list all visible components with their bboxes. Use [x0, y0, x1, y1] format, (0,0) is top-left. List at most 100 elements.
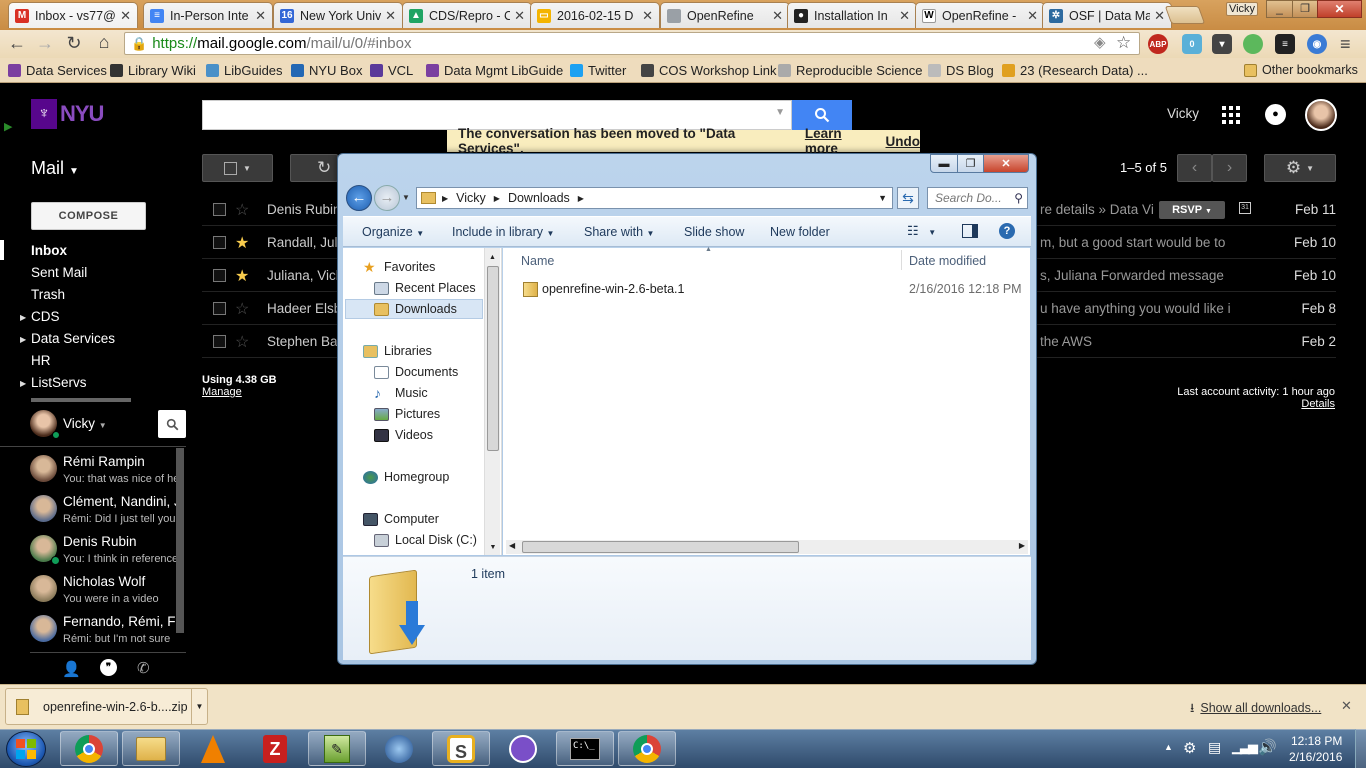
show-hidden-icons[interactable]: ▲	[1164, 742, 1173, 752]
nav-documents[interactable]: Documents	[374, 365, 458, 379]
row-checkbox[interactable]	[213, 302, 226, 315]
nyu-logo[interactable]: ♆ NYU	[31, 97, 113, 130]
preview-pane-icon[interactable]	[962, 224, 978, 238]
contacts-icon[interactable]: 👤	[62, 660, 81, 678]
chat-search-button[interactable]	[158, 410, 186, 438]
scroll-thumb[interactable]	[487, 266, 499, 451]
row-checkbox[interactable]	[213, 203, 226, 216]
adblock-icon[interactable]: ABP	[1148, 34, 1168, 54]
reload-icon[interactable]: ↻	[63, 33, 85, 54]
star-icon[interactable]: ★	[235, 233, 249, 253]
taskbar-chrome-2[interactable]	[618, 731, 676, 766]
window-close-button[interactable]: ✕	[983, 154, 1029, 173]
diamond-icon[interactable]: ◈	[1094, 33, 1106, 51]
taskbar-zotero[interactable]: Z	[246, 731, 304, 766]
nav-label-2[interactable]: Trash	[31, 287, 65, 302]
taskbar-github[interactable]	[494, 731, 552, 766]
account-name[interactable]: Vicky	[1167, 106, 1199, 121]
bookmark-item[interactable]: 23 (Research Data) ...	[1002, 63, 1148, 78]
nav-label-5[interactable]: HR	[31, 353, 51, 368]
activity-details-link[interactable]: Details	[1301, 398, 1335, 410]
buffer-icon[interactable]: ≡	[1275, 34, 1295, 54]
bookmark-item[interactable]: Library Wiki	[110, 63, 196, 78]
tray-device-icon[interactable]: ▤	[1208, 739, 1221, 756]
chat-contact[interactable]: Rémi Rampin You: that was nice of he	[30, 452, 178, 492]
forward-button[interactable]: →	[374, 185, 400, 211]
window-maximize-button[interactable]: ❐	[957, 154, 984, 173]
nav-label-4[interactable]: Data Services	[31, 331, 115, 346]
star-icon[interactable]: ☆	[235, 200, 249, 220]
clock-date[interactable]: 2/16/2016	[1289, 750, 1342, 764]
close-tab-icon[interactable]: ✕	[385, 8, 396, 24]
close-tab-icon[interactable]: ✕	[899, 8, 910, 24]
include-in-library-menu[interactable]: Include in library ▼	[452, 225, 554, 239]
bookmark-item[interactable]: Reproducible Science	[778, 63, 922, 78]
taskbar-vlc[interactable]	[184, 731, 242, 766]
scroll-down-icon[interactable]: ▼	[485, 544, 501, 551]
file-row[interactable]: openrefine-win-2.6-beta.1 2/16/2016 12:18…	[521, 281, 1022, 299]
explorer-search-input[interactable]: Search Do... ⚲	[927, 187, 1028, 209]
chat-scrollbar[interactable]	[176, 448, 184, 633]
chat-contact[interactable]: Clément, Nandini, J Rémi: Did I just tell…	[30, 492, 178, 532]
nav-local-disk[interactable]: Local Disk (C:)	[374, 533, 477, 547]
browser-tab[interactable]: W OpenRefine - ✕	[915, 2, 1045, 28]
close-tab-icon[interactable]: ✕	[255, 8, 266, 24]
pocket-icon[interactable]: ▾	[1212, 34, 1232, 54]
taskbar-thunderbird[interactable]	[370, 731, 428, 766]
older-button[interactable]: ‹	[1177, 154, 1212, 182]
select-checkbox-button[interactable]: ▼	[202, 154, 273, 182]
bookmark-item[interactable]: Twitter	[570, 63, 626, 78]
nav-label-3[interactable]: CDS	[31, 309, 60, 324]
horizontal-scrollbar[interactable]: ◀ ▶	[506, 540, 1028, 554]
address-bar[interactable]: 🔒 https://mail.google.com/mail/u/0/#inbo…	[124, 32, 1140, 55]
new-tab-button[interactable]	[1164, 6, 1206, 24]
row-checkbox[interactable]	[213, 269, 226, 282]
home-icon[interactable]: ⌂	[93, 32, 115, 53]
network-icon[interactable]: ▁▃▅	[1232, 739, 1258, 755]
nav-computer[interactable]: Computer	[363, 512, 439, 526]
close-download-shelf-icon[interactable]: ✕	[1341, 698, 1352, 714]
window-minimize-button[interactable]: ▬	[930, 154, 958, 173]
browser-tab[interactable]: 16 New York Univ ✕	[273, 2, 403, 28]
collapse-arrow-icon[interactable]: ▶	[4, 120, 12, 133]
nav-libraries[interactable]: Libraries	[363, 344, 432, 358]
clock-time[interactable]: 12:18 PM	[1291, 734, 1342, 748]
column-header-name[interactable]: Name	[521, 254, 554, 268]
star-icon[interactable]: ☆	[235, 332, 249, 352]
organize-menu[interactable]: Organize ▼	[362, 225, 424, 239]
hangouts-icon[interactable]: ❞	[100, 659, 117, 676]
scroll-thumb[interactable]	[522, 541, 799, 553]
taskbar-cmd[interactable]: C:\_	[556, 731, 614, 766]
help-icon[interactable]: ?	[999, 223, 1015, 239]
browser-tab[interactable]: OpenRefine ✕	[660, 2, 790, 28]
expand-arrow-icon[interactable]: ▶	[20, 313, 26, 322]
chat-status-dropdown[interactable]: Vicky ▼	[63, 416, 107, 431]
new-folder-button[interactable]: New folder	[770, 225, 830, 239]
search-options-icon[interactable]: ▼	[775, 107, 785, 118]
avatar[interactable]	[1305, 99, 1337, 131]
browser-tab[interactable]: ≡ In-Person Inte ✕	[143, 2, 273, 28]
ghostery-icon[interactable]: 0	[1182, 34, 1202, 54]
nav-downloads[interactable]: Downloads	[374, 302, 457, 316]
address-dropdown-icon[interactable]: ▼	[878, 193, 887, 203]
row-checkbox[interactable]	[213, 236, 226, 249]
back-arrow-icon[interactable]: ←	[6, 33, 28, 54]
close-tab-icon[interactable]: ✕	[120, 8, 131, 24]
browser-tab[interactable]: ● Installation In ✕	[787, 2, 917, 28]
settings-button[interactable]: ⚙ ▼	[1264, 154, 1336, 182]
scroll-right-icon[interactable]: ▶	[1019, 541, 1025, 550]
taskbar-explorer[interactable]	[122, 731, 180, 766]
profile-button[interactable]: Vicky	[1226, 2, 1258, 16]
undo-link[interactable]: Undo	[886, 134, 921, 149]
taskbar-chrome[interactable]	[60, 731, 118, 766]
compose-button[interactable]: COMPOSE	[31, 202, 146, 230]
nav-label-6[interactable]: ListServs	[31, 375, 87, 390]
refresh-button[interactable]: ⇆	[897, 187, 919, 209]
browser-tab[interactable]: M Inbox - vs77@ ✕	[8, 2, 138, 28]
bookmark-item[interactable]: VCL	[370, 63, 413, 78]
manage-storage-link[interactable]: Manage	[202, 386, 242, 398]
close-tab-icon[interactable]: ✕	[772, 8, 783, 24]
close-tab-icon[interactable]: ✕	[642, 8, 653, 24]
mail-switcher[interactable]: Mail ▼	[31, 158, 79, 179]
download-item[interactable]: openrefine-win-2.6-b....zip ▼	[5, 688, 208, 725]
